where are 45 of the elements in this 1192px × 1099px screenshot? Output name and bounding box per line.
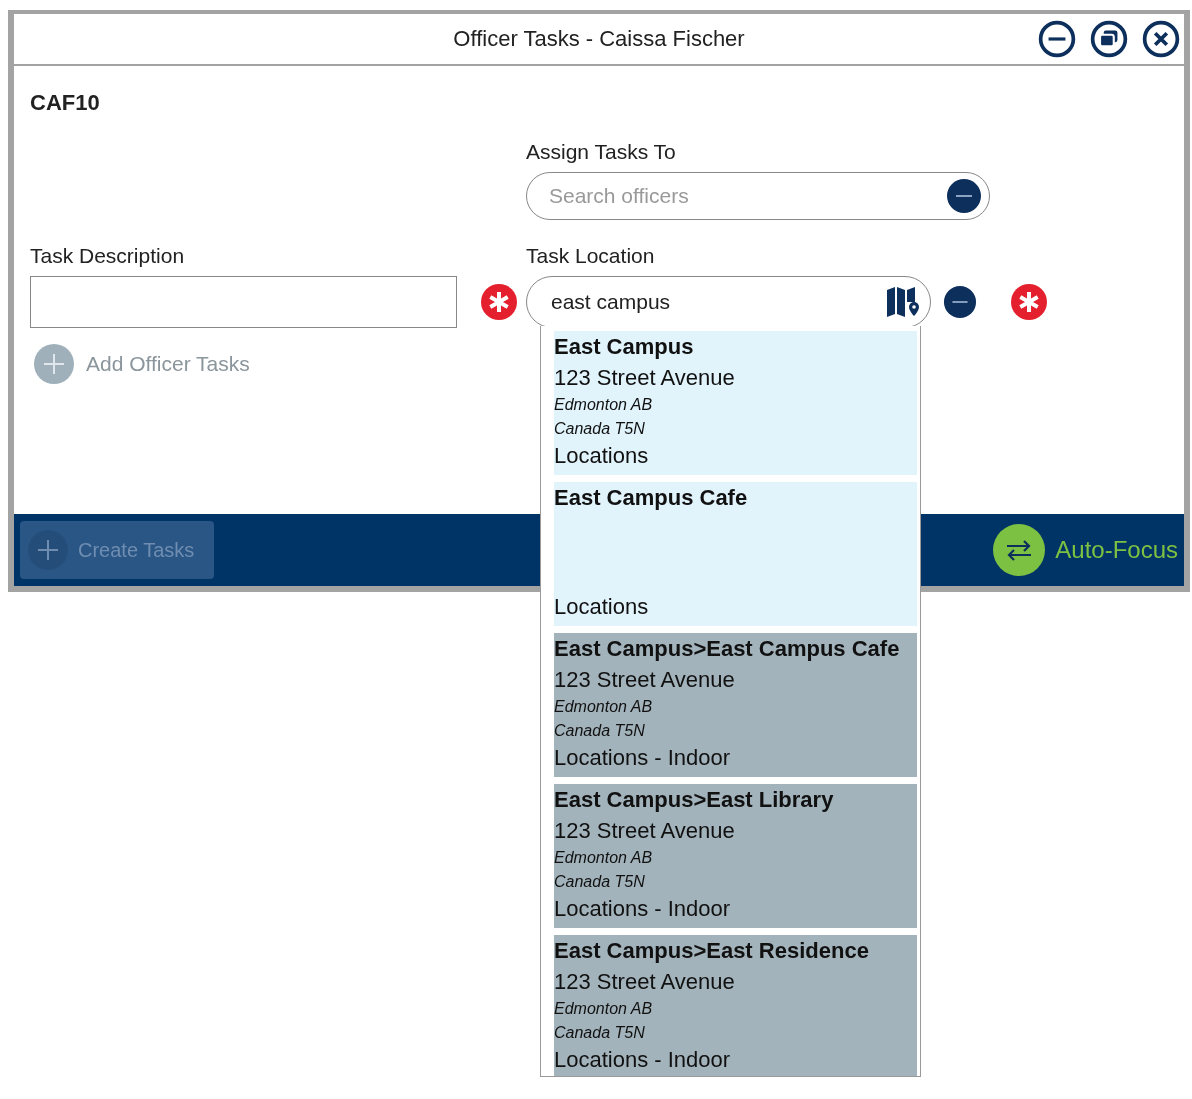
swap-arrows-icon: [993, 524, 1046, 576]
remove-icon[interactable]: [943, 285, 977, 319]
officer-search-field[interactable]: Search officers: [526, 172, 990, 220]
window-title: Officer Tasks - Caissa Fischer: [453, 26, 745, 52]
location-category: Locations - Indoor: [554, 896, 731, 921]
location-country: Canada T5N: [554, 1024, 645, 1041]
location-name: East Campus: [554, 333, 695, 361]
location-address: 123 Street Avenue: [554, 667, 735, 692]
location-suggestion[interactable]: East Campus>East Library 123 Street Avenue Edmonton AB Canada T5N Locations - Indoor: [554, 784, 917, 928]
minimize-icon[interactable]: [1038, 20, 1076, 58]
location-name: East Campus>East Campus Cafe: [554, 635, 901, 663]
location-country: Canada T5N: [554, 873, 645, 890]
location-address: 123 Street Avenue: [554, 818, 735, 843]
record-code: CAF10: [30, 89, 101, 117]
location-search-field[interactable]: east campus: [526, 276, 931, 328]
field-label: Task Description: [30, 243, 186, 269]
location-category: Locations - Indoor: [554, 1047, 731, 1072]
location-city: Edmonton AB: [554, 1000, 653, 1017]
location-category: Locations: [554, 443, 649, 468]
plus-icon: [28, 530, 68, 570]
location-address: 123 Street Avenue: [554, 365, 735, 390]
location-name: East Campus>East Library: [554, 786, 835, 814]
location-suggestion[interactable]: East Campus>East Campus Cafe 123 Street Avenue Edmonton AB Canada T5N Locations - Indoor: [554, 633, 917, 777]
location-suggestion[interactable]: East Campus 123 Street Avenue Edmonton AB Canada T5N Locations: [554, 331, 917, 475]
close-icon[interactable]: [1142, 20, 1180, 58]
restore-icon[interactable]: [1090, 20, 1128, 58]
location-category: Locations - Indoor: [554, 745, 731, 770]
location-address: 123 Street Avenue: [554, 969, 735, 994]
field-label: Task Location: [526, 243, 656, 269]
location-category: Locations: [554, 594, 649, 619]
field-label: Assign Tasks To: [526, 139, 677, 165]
auto-focus-button[interactable]: Auto-Focus: [993, 524, 1178, 576]
location-name: East Campus>East Residence: [554, 937, 870, 965]
location-city: Edmonton AB: [554, 396, 653, 413]
location-name: East Campus Cafe: [554, 484, 749, 512]
location-city: Edmonton AB: [554, 849, 653, 866]
location-country: Canada T5N: [554, 420, 645, 437]
location-suggestion[interactable]: East Campus>East Residence 123 Street Avenue Edmonton AB Canada T5N Locations - Indoor: [554, 935, 917, 1076]
location-country: Canada T5N: [554, 722, 645, 739]
location-city: Edmonton AB: [554, 698, 653, 715]
plus-icon: [34, 344, 74, 384]
map-pin-icon[interactable]: [885, 284, 921, 320]
remove-icon[interactable]: [946, 178, 982, 214]
task-description-field[interactable]: [30, 276, 457, 328]
location-suggestion[interactable]: East Campus Cafe Locations: [554, 482, 917, 626]
